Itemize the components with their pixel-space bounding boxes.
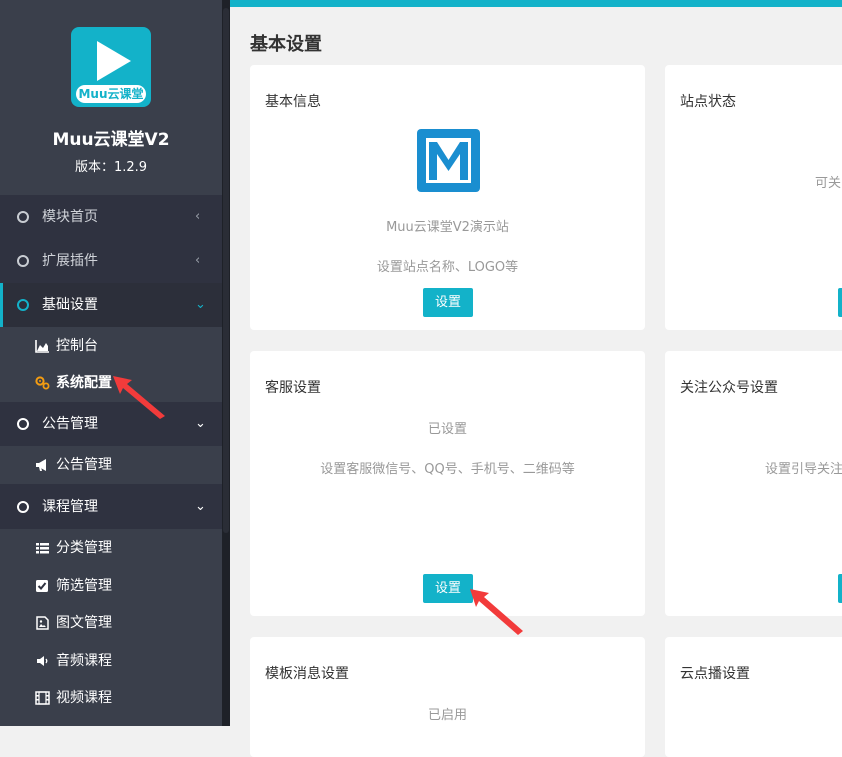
circle-icon [17,255,29,267]
card-site-status: 站点状态 可关闭 [665,65,842,330]
site-name: Muu云课堂V2演示站 [386,220,509,235]
card-title: 基本信息 [265,94,321,110]
m-letter-icon [429,142,468,180]
sub-item-label: 筛选管理 [56,578,112,594]
sub-item-article-management[interactable]: 图文管理 [0,604,222,642]
status-text: 已启用 [427,708,467,723]
status-text: 已设置 [427,422,467,437]
top-accent-bar [230,0,842,7]
menu-label: 扩展插件 [42,253,98,269]
chevron-down-icon: ⌄ [195,297,206,312]
sub-item-label: 分类管理 [56,540,112,556]
circle-icon [17,501,29,513]
sidebar-scrollbar[interactable] [222,0,230,726]
annotation-arrow-icon [470,589,523,635]
app-logo: Muu云课堂 [71,27,151,107]
site-logo [417,129,480,192]
card-description: 可关闭 [815,176,842,191]
card-template-message: 模板消息设置 已启用 [250,637,645,757]
area-chart-icon [35,340,49,353]
card-title: 客服设置 [265,380,321,396]
chevron-left-icon: ‹ [195,253,201,268]
app-version: 版本：1.2.9 [74,160,148,175]
gears-icon [35,376,50,390]
sub-item-label: 音频课程 [56,653,112,669]
sub-item-label: 控制台 [56,338,98,354]
circle-icon [17,211,29,223]
menu-label: 基础设置 [42,297,98,313]
card-follow-official-account: 关注公众号设置 设置引导关注 [665,351,842,616]
checkbox-icon [36,580,48,592]
menu-item-courses[interactable]: 课程管理 ⌄ [0,485,222,529]
card-title: 站点状态 [680,94,736,110]
card-title: 关注公众号设置 [680,380,778,396]
menu-item-extensions[interactable]: 扩展插件 ‹ [0,239,222,283]
settings-button[interactable] [838,288,842,317]
card-description: 设置引导关注 [765,462,842,477]
sub-item-audio-course[interactable]: 音频课程 [0,642,222,680]
card-description: 设置客服微信号、QQ号、手机号、二维码等 [320,462,575,477]
settings-button[interactable] [838,574,842,603]
active-indicator [0,283,3,327]
film-icon [35,691,50,705]
scrollbar-thumb[interactable] [223,8,229,533]
card-cloud-vod: 云点播设置 [665,637,842,757]
sidebar: Muu云课堂 Muu云课堂V2 版本：1.2.9 模块首页 ‹ 扩展插件 ‹ 基… [0,0,230,726]
card-title: 云点播设置 [680,666,750,682]
circle-icon [17,418,29,430]
settings-button[interactable]: 设置 [423,288,473,317]
card-customer-service: 客服设置 已设置 设置客服微信号、QQ号、手机号、二维码等 设置 [250,351,645,616]
sub-item-notice-management[interactable]: 公告管理 [0,446,222,484]
sub-item-label: 视频课程 [56,690,112,706]
play-icon [97,41,131,81]
circle-icon [17,299,29,311]
chevron-left-icon: ‹ [195,209,201,224]
chevron-down-icon: ⌄ [195,416,206,431]
volume-icon [37,656,48,666]
sub-item-label: 系统配置 [56,375,112,391]
annotation-arrow-icon [113,376,165,419]
list-icon [36,543,49,554]
logo-tag: Muu云课堂 [76,85,146,103]
sub-item-label: 公告管理 [56,457,112,473]
page-title: 基本设置 [250,34,322,55]
sub-item-filter-management[interactable]: 筛选管理 [0,567,222,605]
menu-item-basic-settings[interactable]: 基础设置 ⌄ [0,283,222,327]
chevron-down-icon: ⌄ [195,499,206,514]
bullhorn-icon [36,459,46,471]
menu-label: 课程管理 [42,499,98,515]
settings-button[interactable]: 设置 [423,574,473,603]
app-name: Muu云课堂V2 [52,130,170,150]
sub-item-video-course[interactable]: 视频课程 [0,679,222,717]
sub-item-dashboard[interactable]: 控制台 [0,327,222,365]
menu-item-module-home[interactable]: 模块首页 ‹ [0,195,222,239]
image-file-icon [36,616,49,630]
sub-item-category-management[interactable]: 分类管理 [0,529,222,567]
sub-item-label: 图文管理 [56,615,112,631]
menu-label: 公告管理 [42,416,98,432]
card-description: 设置站点名称、LOGO等 [376,260,519,275]
card-basic-info: 基本信息 Muu云课堂V2演示站 设置站点名称、LOGO等 设置 [250,65,645,330]
menu-label: 模块首页 [42,209,98,225]
card-title: 模板消息设置 [265,666,349,682]
